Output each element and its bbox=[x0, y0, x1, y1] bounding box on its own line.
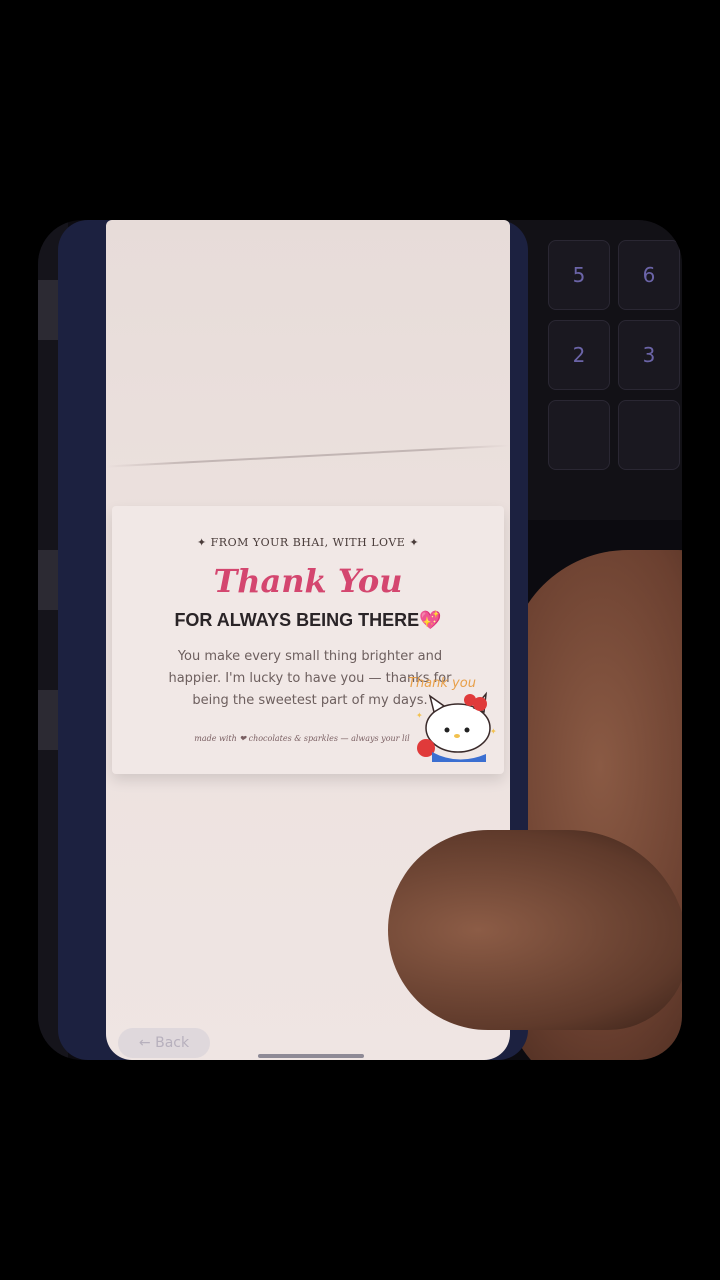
thank-you-card: ✦ FROM YOUR BHAI, WITH LOVE ✦ Thank You … bbox=[112, 506, 504, 774]
card-signoff: made with ❤ chocolates & sparkles — alwa… bbox=[194, 734, 410, 743]
sticker-caption: Thank you bbox=[408, 676, 476, 691]
svg-text:✦: ✦ bbox=[416, 711, 423, 720]
sparkling-heart-icon: 💖 bbox=[419, 610, 442, 630]
card-subtitle: FOR ALWAYS BEING THERE💖 bbox=[112, 610, 504, 631]
envelope-fold-line bbox=[106, 444, 510, 468]
back-button[interactable]: ← Back bbox=[118, 1028, 210, 1058]
svg-text:✦: ✦ bbox=[490, 727, 497, 736]
keyboard-key: 5 bbox=[548, 240, 610, 310]
keyboard-key bbox=[618, 400, 680, 470]
keyboard-key: 6 bbox=[618, 240, 680, 310]
video-frame: 5 6 2 3 ✦ FROM YOUR BHAI, WITH LOVE ✦ Th… bbox=[38, 220, 682, 1060]
card-from-line: ✦ FROM YOUR BHAI, WITH LOVE ✦ bbox=[196, 536, 420, 549]
keyboard-key bbox=[548, 400, 610, 470]
card-title: Thank You bbox=[213, 562, 403, 600]
keyboard-key: 2 bbox=[548, 320, 610, 390]
home-indicator[interactable] bbox=[258, 1054, 364, 1058]
keyboard-key: 3 bbox=[618, 320, 680, 390]
card-subtitle-text: FOR ALWAYS BEING THERE bbox=[174, 610, 420, 630]
laptop-keyboard: 5 6 2 3 bbox=[508, 220, 682, 520]
thumb bbox=[388, 830, 682, 1030]
